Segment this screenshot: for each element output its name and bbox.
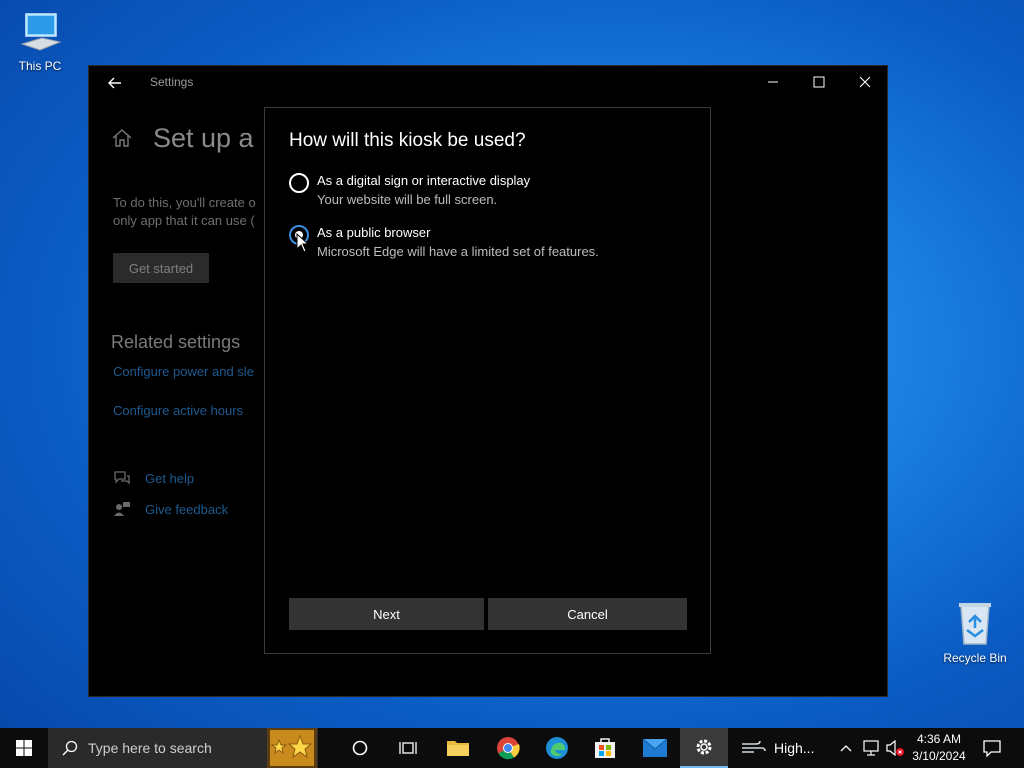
folder-icon	[447, 741, 469, 756]
maximize-icon	[813, 76, 825, 88]
weather-widget[interactable]: High...	[740, 728, 830, 768]
network-button[interactable]	[860, 728, 882, 768]
get-help-label: Get help	[145, 470, 195, 486]
get-started-button[interactable]: Get started	[113, 253, 209, 283]
volume-button[interactable]	[884, 728, 906, 768]
clock-time: 4:36 AM	[916, 732, 962, 746]
page-title: Set up a kiosk	[153, 123, 263, 153]
search-icon	[62, 740, 78, 756]
description-line-1: To do this, you'll create o	[113, 195, 256, 210]
next-button[interactable]: Next	[289, 598, 484, 630]
store-icon	[595, 738, 615, 758]
gear-icon	[696, 739, 712, 755]
back-button[interactable]	[105, 73, 125, 93]
back-arrow-icon	[108, 77, 121, 89]
option-digital-sign-description: Your website will be full screen.	[317, 192, 498, 207]
wind-weather-icon	[742, 740, 766, 753]
file-explorer-button[interactable]	[438, 728, 478, 768]
start-button[interactable]	[0, 728, 48, 768]
home-icon	[112, 129, 132, 147]
mail-button[interactable]	[635, 728, 675, 768]
recycle-bin-desktop-icon[interactable]: Recycle Bin	[935, 600, 1015, 665]
notification-icon	[983, 740, 1001, 757]
option-digital-sign-label: As a digital sign or interactive display	[317, 173, 531, 188]
option-public-browser-label: As a public browser	[317, 225, 431, 240]
configure-power-link[interactable]: Configure power and sle	[113, 364, 265, 379]
edge-button[interactable]	[537, 728, 577, 768]
notification-center-button[interactable]	[976, 728, 1008, 768]
configure-active-hours-link[interactable]: Configure active hours	[113, 403, 243, 418]
mouse-cursor-icon	[296, 233, 310, 253]
this-pc-label: This PC	[18, 59, 62, 73]
maximize-button[interactable]	[796, 66, 842, 98]
close-icon	[859, 76, 871, 88]
edge-icon	[546, 737, 568, 759]
task-view-icon	[399, 742, 417, 754]
cortana-circle-icon	[352, 740, 368, 756]
close-button[interactable]	[842, 66, 888, 98]
volume-muted-icon	[886, 739, 904, 757]
cancel-button[interactable]: Cancel	[488, 598, 687, 630]
cortana-button[interactable]	[340, 728, 380, 768]
recycle-bin-label: Recycle Bin	[943, 651, 1007, 665]
recycle-bin-icon	[959, 603, 991, 645]
network-icon	[863, 740, 879, 756]
windows-logo-icon	[16, 740, 32, 756]
chrome-button[interactable]	[488, 728, 528, 768]
window-title: Settings	[150, 75, 194, 89]
settings-taskbar-button[interactable]	[680, 728, 728, 768]
search-highlight-image[interactable]	[266, 728, 318, 768]
task-view-button[interactable]	[388, 728, 428, 768]
computer-icon	[20, 13, 62, 51]
description-line-2: only app that it can use (	[113, 213, 255, 228]
mail-icon	[643, 739, 667, 757]
home-button[interactable]	[111, 128, 133, 153]
minimize-button[interactable]	[750, 66, 796, 98]
weather-text: High...	[774, 740, 815, 756]
dialog-title: How will this kiosk be used?	[289, 130, 526, 151]
search-highlight-stars-icon	[267, 728, 317, 768]
option-public-browser-description: Microsoft Edge will have a limited set o…	[317, 244, 599, 259]
search-placeholder: Type here to search	[88, 740, 212, 756]
help-chat-icon	[114, 471, 130, 485]
give-feedback-label: Give feedback	[145, 501, 229, 517]
clock[interactable]: 4:36 AM 3/10/2024	[908, 728, 970, 768]
kiosk-usage-dialog: How will this kiosk be used? As a digita…	[264, 107, 711, 654]
related-settings-heading: Related settings	[111, 332, 241, 352]
this-pc-desktop-icon[interactable]: This PC	[0, 10, 80, 73]
feedback-icon	[114, 502, 130, 516]
get-help-link[interactable]: Get help	[113, 470, 194, 486]
microsoft-store-button[interactable]	[585, 728, 625, 768]
page-description: To do this, you'll create o only app tha…	[113, 194, 269, 230]
taskbar: Type here to search High... 4:36 AM 3/10…	[0, 728, 1024, 768]
radio-digital-sign[interactable]	[289, 173, 309, 193]
minimize-icon	[768, 81, 778, 83]
chrome-icon	[497, 737, 520, 760]
give-feedback-link[interactable]: Give feedback	[113, 501, 228, 517]
clock-date: 3/10/2024	[912, 749, 966, 763]
show-hidden-icons-button[interactable]	[836, 728, 856, 768]
chevron-up-icon	[840, 745, 852, 752]
window-titlebar: Settings	[89, 66, 887, 100]
